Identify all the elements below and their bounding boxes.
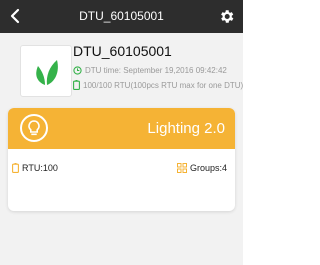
clock-icon bbox=[73, 65, 82, 75]
screen: DTU_60105001 DTU_60105001 DTU time: Sept… bbox=[0, 0, 243, 265]
dtu-rtu-text: 100/100 RTU(100pcs RTU max for one DTU) bbox=[83, 80, 243, 90]
page-title: DTU_60105001 bbox=[79, 9, 164, 23]
settings-button[interactable] bbox=[217, 7, 236, 26]
dtu-logo bbox=[20, 45, 72, 97]
leaf-icon bbox=[36, 60, 58, 85]
card-header: Lighting 2.0 bbox=[8, 108, 235, 149]
card-title: Lighting 2.0 bbox=[147, 120, 225, 137]
dtu-rtu-capacity: 100/100 RTU(100pcs RTU max for one DTU) bbox=[73, 79, 243, 91]
back-button[interactable] bbox=[5, 6, 25, 26]
lightbulb-icon bbox=[20, 114, 48, 142]
lighting-card[interactable]: Lighting 2.0 RTU:100 Groups:4 bbox=[8, 108, 235, 211]
battery-icon bbox=[73, 80, 80, 90]
grid-icon bbox=[176, 163, 187, 173]
dtu-name: DTU_60105001 bbox=[73, 43, 172, 59]
dtu-info: DTU_60105001 DTU time: September 19,2016… bbox=[12, 33, 243, 105]
card-body: RTU:100 Groups:4 bbox=[8, 149, 235, 211]
groups-count: Groups:4 bbox=[176, 161, 227, 175]
rtu-count: RTU:100 bbox=[12, 161, 58, 175]
dtu-time: DTU time: September 19,2016 09:42:42 bbox=[73, 64, 227, 76]
gear-icon bbox=[221, 10, 234, 23]
chevron-left-icon bbox=[10, 8, 20, 24]
groups-count-text: Groups:4 bbox=[189, 163, 227, 173]
battery-icon bbox=[12, 163, 19, 173]
dtu-time-text: DTU time: September 19,2016 09:42:42 bbox=[85, 65, 227, 75]
rtu-count-text: RTU:100 bbox=[22, 163, 58, 173]
top-bar: DTU_60105001 bbox=[0, 0, 243, 33]
